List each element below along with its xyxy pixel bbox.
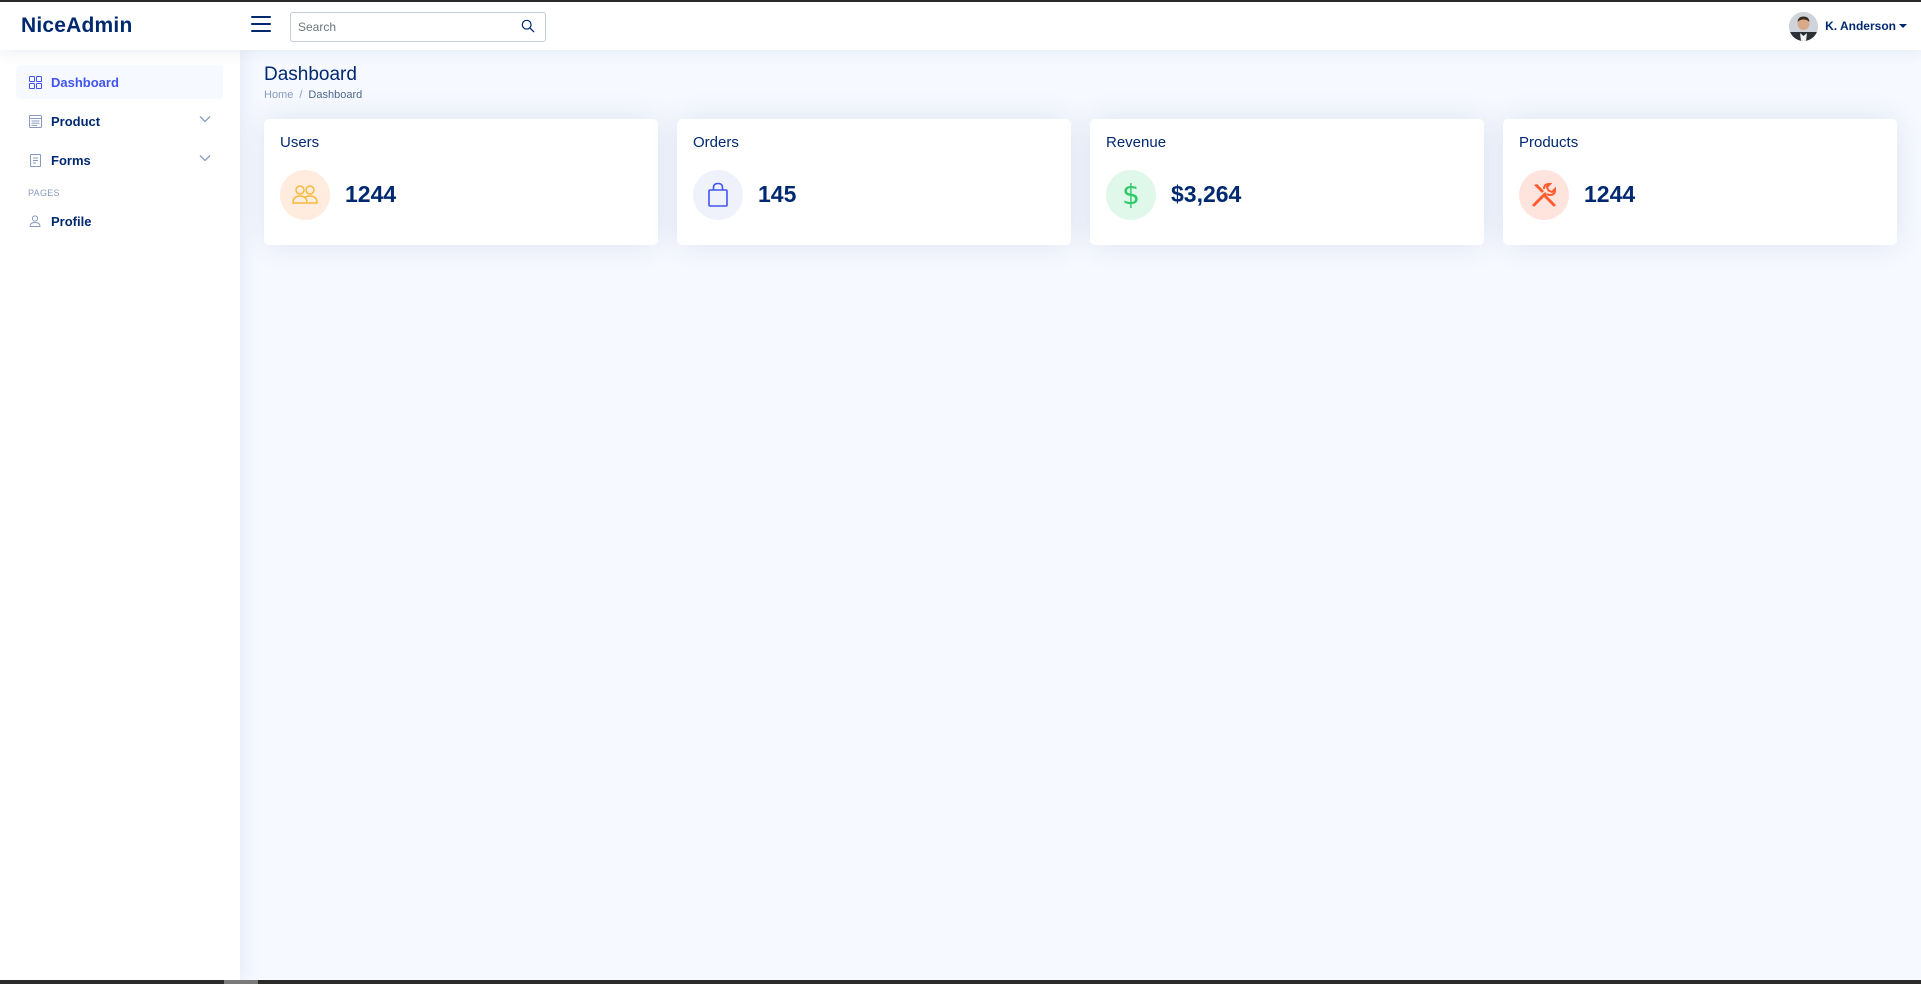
sidebar-item-label: Profile (51, 213, 92, 229)
card-value: 1244 (345, 181, 397, 207)
search-icon (521, 19, 535, 33)
profile-dropdown[interactable]: K. Anderson (1789, 11, 1907, 41)
chevron-down-icon (199, 116, 211, 123)
sidebar-item-label: Product (51, 113, 101, 129)
card-icon-wrapper: $ (1106, 170, 1156, 220)
sidebar-item-product[interactable]: Product (16, 104, 223, 138)
header: NiceAdmin K. Anderson (0, 2, 1921, 50)
window-bottom-border (0, 980, 1921, 984)
sidebar-heading-pages: PAGES (28, 188, 60, 198)
window-top-border (0, 0, 1921, 2)
orders-card: Orders 145 (677, 119, 1071, 245)
sidebar-item-dashboard[interactable]: Dashboard (16, 65, 223, 99)
sidebar-toggle-button[interactable] (251, 16, 271, 34)
card-title: Users (280, 134, 320, 151)
journal-text-icon (28, 153, 42, 167)
sidebar-item-label: Forms (51, 152, 91, 168)
profile-name: K. Anderson (1825, 19, 1896, 33)
page-title: Dashboard (264, 64, 357, 85)
dollar-icon: $ (1122, 178, 1140, 211)
products-card: Products 1244 (1503, 119, 1897, 245)
users-card: Users 1244 (264, 119, 658, 245)
shopping-bag-icon (708, 182, 728, 207)
card-value: 145 (758, 181, 797, 207)
search-input[interactable] (291, 13, 506, 41)
horizontal-scrollbar-thumb[interactable] (224, 980, 258, 984)
avatar (1789, 11, 1819, 41)
card-icon-wrapper (1519, 170, 1569, 220)
card-value: $3,264 (1171, 181, 1242, 207)
sidebar-item-profile[interactable]: Profile (16, 204, 223, 238)
card-icon-wrapper (280, 170, 330, 220)
chevron-down-icon (199, 155, 211, 162)
breadcrumb: Home / Dashboard (264, 89, 362, 101)
grid-icon (28, 75, 42, 89)
person-icon (28, 214, 42, 228)
tools-icon (1532, 183, 1556, 207)
breadcrumb-home-link[interactable]: Home (264, 89, 293, 101)
menu-icon (251, 16, 271, 18)
people-icon (292, 185, 318, 204)
search-bar (290, 12, 546, 42)
caret-down-icon (1899, 24, 1907, 28)
card-value: 1244 (1584, 181, 1636, 207)
card-title: Revenue (1106, 134, 1167, 151)
revenue-card: Revenue $ $3,264 (1090, 119, 1484, 245)
breadcrumb-separator: / (299, 89, 303, 101)
search-button[interactable] (521, 19, 537, 35)
card-title: Orders (693, 134, 739, 151)
sidebar-item-label: Dashboard (51, 74, 119, 90)
layout-text-window-icon (28, 114, 42, 128)
sidebar-item-forms[interactable]: Forms (16, 143, 223, 177)
card-title: Products (1519, 134, 1579, 151)
logo[interactable]: NiceAdmin (21, 14, 133, 38)
sidebar: Dashboard Product Forms PAGES Profile (0, 50, 240, 980)
card-icon-wrapper (693, 170, 743, 220)
breadcrumb-current: Dashboard (308, 89, 363, 101)
